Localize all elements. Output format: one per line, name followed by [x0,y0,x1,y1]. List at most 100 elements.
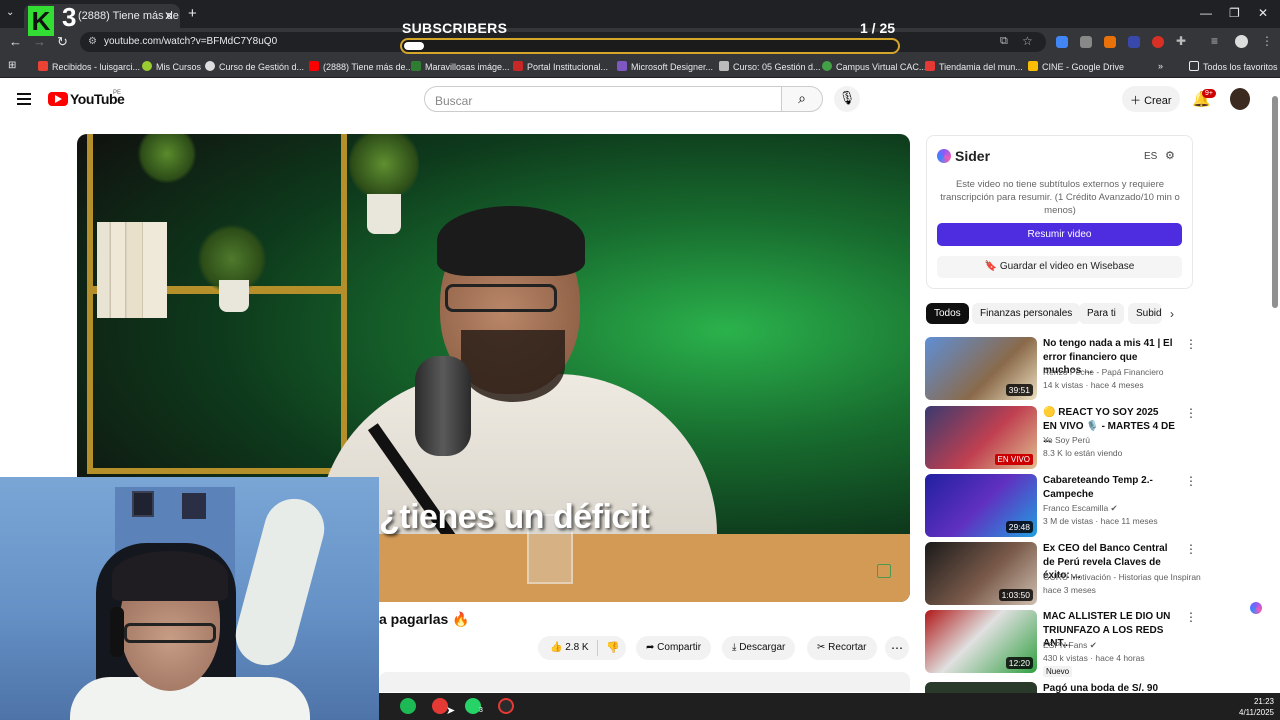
video-thumbnail[interactable]: 1:03:50 [925,542,1037,605]
back-icon[interactable]: ← [9,34,22,49]
system-clock[interactable]: 21:23 4/11/2025 [1226,696,1274,718]
sider-settings-icon[interactable]: ⚙ [1165,149,1175,162]
recommendation-item[interactable]: Pagó una boda de S/. 90 000, y ... [925,682,1195,693]
profile-avatar[interactable] [1235,35,1248,48]
clip-button[interactable]: ✂ Recortar [807,636,877,660]
video-thumbnail[interactable]: 39:51 [925,337,1037,400]
recommendation-title[interactable]: Pagó una boda de S/. 90 000, y ... [1043,682,1175,693]
bookmark-item[interactable]: Recibidos - luisgarci... [38,61,140,72]
duration-badge: 39:51 [1005,384,1033,396]
more-actions-icon[interactable]: ⋯ [885,636,909,660]
media-control-icon[interactable]: ≡ [1211,34,1218,48]
more-bookmarks-icon[interactable]: » [1158,61,1163,71]
restore-icon[interactable]: ❐ [1229,6,1240,20]
video-thumbnail[interactable]: 29:48 [925,474,1037,537]
account-avatar[interactable] [1230,88,1250,110]
chip-finanzas[interactable]: Finanzas personales [972,303,1081,324]
recommendation-meta: 14 k vistas · hace 4 meses [1043,380,1144,390]
site-info-icon[interactable]: ⚙ [88,36,97,47]
tab-search-icon[interactable]: ⌄ [6,7,14,18]
page-scrollbar[interactable] [1272,96,1278,308]
forward-icon[interactable]: → [33,34,46,49]
recommendation-item[interactable]: 1:03:50 Ex CEO del Banco Central de Perú… [925,542,1201,606]
recommendation-channel[interactable]: Franco Escamilla ✔ [1043,503,1118,514]
extension-icon[interactable] [1056,36,1068,48]
url-text[interactable]: youtube.com/watch?v=BFMdC7Y8uQ0 [104,36,277,47]
video-microphone [415,356,471,456]
extension-icon[interactable] [1152,36,1164,48]
more-options-icon[interactable]: ⋮ [1185,474,1197,488]
bookmark-item[interactable]: CINE - Google Drive [1028,61,1124,72]
bookmark-item[interactable]: Curso: 05 Gestión d... [719,61,821,72]
video-thumbnail[interactable]: 12:20 [925,610,1037,673]
recommendation-item[interactable]: 12:20 MAC ALLISTER LE DIO UN TRIUNFAZO A… [925,610,1197,677]
recommendation-channel[interactable]: GURÚ Motivación - Historias que Inspiran [1043,572,1201,582]
recommendation-item[interactable]: 39:51 No tengo nada a mis 41 | El error … [925,337,1197,401]
bookmark-item[interactable]: Microsoft Designer... [617,61,713,72]
bookmark-item[interactable]: Maravillosas imáge... [411,61,510,72]
search-box[interactable] [424,86,782,112]
extension-icon[interactable] [1128,36,1140,48]
extension-icon[interactable] [1080,36,1092,48]
spotify-icon[interactable] [400,698,416,714]
subscribers-progress-fill [404,42,424,50]
reload-icon[interactable]: ↻ [57,34,68,50]
video-thumbnail[interactable] [925,682,1037,693]
chip-todos[interactable]: Todos [926,303,969,324]
screen-recorder-icon[interactable] [498,698,514,714]
extension-icon[interactable] [1104,36,1116,48]
create-button[interactable]: ＋ Crear [1122,86,1180,112]
voice-search-button[interactable]: 🎙 [834,86,860,112]
webcam-headset [110,607,124,657]
channel-watermark-icon [877,564,891,578]
share-button[interactable]: ➦ Compartir [636,636,712,660]
recommendation-channel[interactable]: Renzo Peche - Papá Financiero [1043,367,1164,377]
tab-close-icon[interactable]: ✕ [164,9,174,23]
thumbs-up-icon: 👍 [550,642,566,653]
bookmark-item[interactable]: Tiendamia del mun... [925,61,1023,72]
chrome-menu-icon[interactable]: ⋮ [1261,34,1273,48]
search-button[interactable]: ⌕ [781,86,823,112]
more-options-icon[interactable]: ⋮ [1185,542,1197,556]
more-options-icon[interactable]: ⋮ [1185,406,1197,420]
install-icon[interactable]: ⧉ [1000,35,1008,48]
chevron-right-icon[interactable]: › [1170,307,1174,321]
video-person-beard [461,330,565,402]
duration-badge: 12:20 [1005,657,1033,669]
clock-time: 21:23 [1253,697,1274,706]
recommendation-item[interactable]: EN VIVO 🟡 REACT YO SOY 2025 EN VIVO 🎙️ -… [925,406,1197,470]
close-window-icon[interactable]: ✕ [1258,6,1268,20]
description-box[interactable] [379,672,910,692]
bookmark-item[interactable]: Portal Institucional... [513,61,608,72]
chip-para-ti[interactable]: Para ti [1079,303,1124,324]
bookmark-item[interactable]: (2888) Tiene más de... [309,61,413,72]
recommendation-channel[interactable]: ESPN Fans ✔ [1043,640,1097,651]
youtube-logo-icon[interactable] [48,92,68,106]
apps-grid-icon[interactable]: ⊞ [8,60,16,71]
bookmark-item[interactable]: Curso de Gestión d... [205,61,304,72]
more-options-icon[interactable]: ⋮ [1185,610,1197,624]
all-bookmarks[interactable]: Todos los favoritos [1189,61,1278,72]
extensions-puzzle-icon[interactable]: ✚ [1176,34,1186,48]
minimize-icon[interactable]: — [1200,6,1212,20]
bookmark-item[interactable]: Campus Virtual CAC... [822,61,926,72]
more-options-icon[interactable]: ⋮ [1185,337,1197,351]
gmail-icon [38,61,48,71]
chip-subidos[interactable]: Subid [1128,303,1162,324]
thumbs-down-icon[interactable]: 👎 [606,641,620,654]
recommendation-item[interactable]: 29:48 Cabareteando Temp 2.- Campeche Fra… [925,474,1197,538]
sider-language[interactable]: ES [1144,151,1157,162]
video-thumbnail[interactable]: EN VIVO [925,406,1037,469]
summarize-video-button[interactable]: Resumir video [937,223,1182,246]
bookmark-star-icon[interactable]: ☆ [1022,34,1033,48]
bookmark-item[interactable]: Mis Cursos [142,61,201,72]
new-tab-icon[interactable]: + [188,5,197,22]
globe-icon [205,61,215,71]
search-input[interactable] [435,94,735,108]
recommendation-channel[interactable]: Yo Soy Perú [1043,435,1090,445]
menu-icon[interactable] [17,93,31,108]
save-to-wisebase-button[interactable]: 🔖 Guardar el video en Wisebase [937,256,1182,278]
download-button[interactable]: ⤓ Descargar [722,636,796,660]
recommendation-title[interactable]: Cabareteando Temp 2.- Campeche [1043,474,1175,501]
sider-floating-icon[interactable] [1250,602,1262,614]
